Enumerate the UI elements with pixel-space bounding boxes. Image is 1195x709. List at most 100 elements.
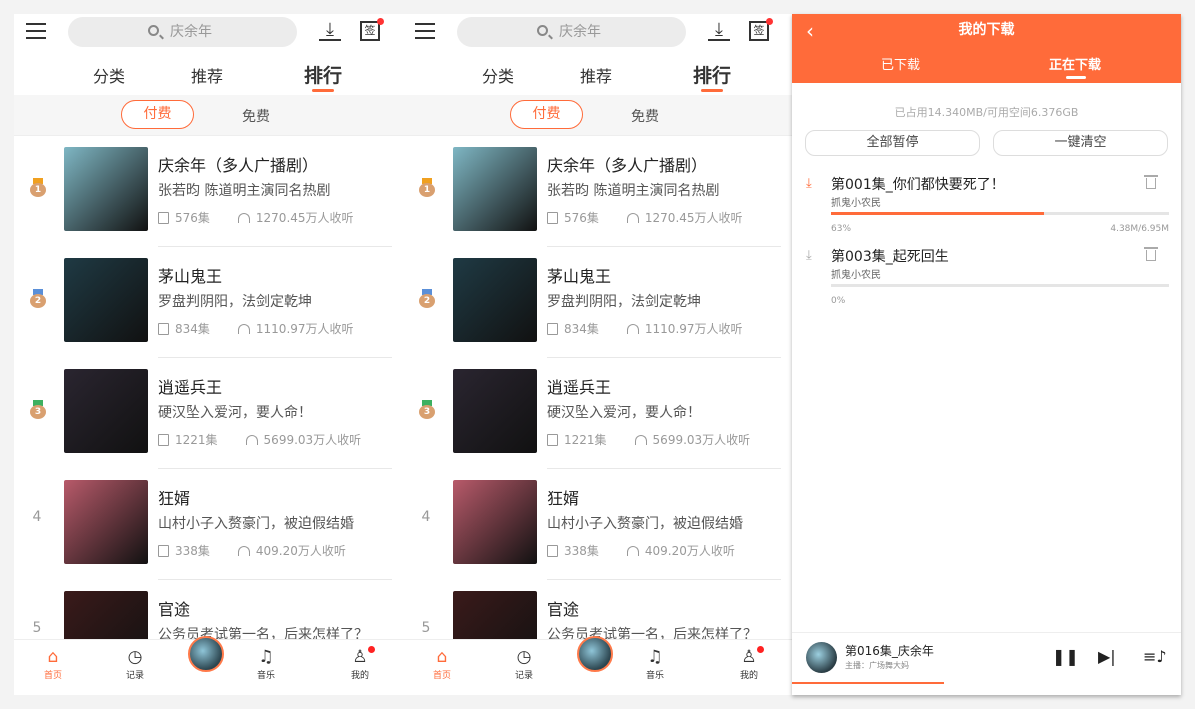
now-playing-disc[interactable] bbox=[188, 636, 224, 672]
episodes-icon bbox=[158, 434, 169, 446]
nav-item-3[interactable]: ♫ 音乐 bbox=[241, 646, 291, 681]
cover-image[interactable] bbox=[453, 369, 537, 453]
pause-all-button[interactable]: 全部暂停 bbox=[805, 130, 980, 156]
home-screen-left: 庆余年 ⤓ 签分类 推荐 排行 付费 免费 1 庆余年（多人广播剧） 张若昀 陈道明主演同名热剧 5… bbox=[14, 14, 404, 695]
trash-icon[interactable] bbox=[1144, 175, 1158, 189]
cover-image[interactable] bbox=[64, 258, 148, 342]
rank-number: 5 bbox=[32, 620, 42, 636]
cover-image[interactable] bbox=[64, 480, 148, 564]
nav-label: 记录 bbox=[514, 671, 533, 681]
tab-downloaded[interactable]: 已下载 bbox=[881, 54, 920, 73]
bottom-nav: ⌂ 首页 ◷ 记录 ♫ 音乐 ♙ 我的 bbox=[14, 636, 404, 695]
search-placeholder: 庆余年 bbox=[559, 24, 601, 40]
progress-bar bbox=[831, 284, 1169, 287]
episode-count: 338集 bbox=[564, 544, 599, 558]
download-icon: ⤓ bbox=[806, 176, 812, 191]
download-size: 4.38M/6.95M bbox=[1110, 224, 1169, 234]
filter-paid[interactable]: 付费 bbox=[121, 100, 194, 129]
download-icon[interactable]: ⤓ bbox=[319, 21, 341, 41]
tab-1[interactable]: 推荐 bbox=[191, 63, 223, 87]
nav-item-4[interactable]: ♙ 我的 bbox=[724, 646, 774, 681]
list-item[interactable]: 1 庆余年（多人广播剧） 张若昀 陈道明主演同名热剧 576集 1270.45万人收听 bbox=[403, 136, 793, 247]
tab-0[interactable]: 分类 bbox=[93, 63, 125, 87]
nav-item-0[interactable]: ⌂ 首页 bbox=[417, 646, 467, 681]
list-item[interactable]: 3 逍遥兵王 硬汉坠入爱河，要人命！ 1221集 5699.03万人收听 bbox=[14, 358, 404, 469]
menu-icon[interactable] bbox=[26, 23, 46, 39]
list-item[interactable]: 4 狂婿 山村小子入赘豪门，被迫假结婚 338集 409.20万人收听 bbox=[403, 469, 793, 580]
list-item[interactable]: 4 狂婿 山村小子入赘豪门，被迫假结婚 338集 409.20万人收听 bbox=[14, 469, 404, 580]
filter-free[interactable]: 免费 bbox=[631, 106, 659, 126]
search-icon bbox=[537, 25, 548, 36]
cover-image[interactable] bbox=[453, 258, 537, 342]
nav-item-1[interactable]: ◷ 记录 bbox=[110, 646, 160, 681]
pause-icon[interactable]: ❚❚ bbox=[1052, 647, 1079, 666]
item-title: 官途 bbox=[158, 600, 191, 619]
progress-percent: 0% bbox=[831, 296, 846, 306]
filter-free[interactable]: 免费 bbox=[242, 106, 270, 126]
listener-count: 1270.45万人收听 bbox=[255, 211, 354, 225]
item-meta: 834集 1110.97万人收听 bbox=[158, 320, 354, 337]
cover-image[interactable] bbox=[453, 147, 537, 231]
list-item[interactable]: 1 庆余年（多人广播剧） 张若昀 陈道明主演同名热剧 576集 1270.45万人收听 bbox=[14, 136, 404, 247]
search-input[interactable]: 庆余年 bbox=[68, 17, 297, 47]
item-subtitle: 山村小子入赘豪门，被迫假结婚 bbox=[547, 516, 743, 532]
list-item[interactable]: 3 逍遥兵王 硬汉坠入爱河，要人命！ 1221集 5699.03万人收听 bbox=[403, 358, 793, 469]
listener-count: 1270.45万人收听 bbox=[644, 211, 743, 225]
list-item[interactable]: 2 茅山鬼王 罗盘判阴阳，法剑定乾坤 834集 1110.97万人收听 bbox=[403, 247, 793, 358]
download-icon[interactable]: ⤓ bbox=[708, 21, 730, 41]
headphones-icon bbox=[626, 546, 639, 556]
filter-bar: 付费 免费 bbox=[14, 95, 404, 136]
episodes-icon bbox=[158, 545, 169, 557]
rank-number: 4 bbox=[421, 509, 431, 525]
medal-coin: 2 bbox=[419, 294, 435, 308]
clock-icon: ◷ bbox=[127, 647, 143, 667]
next-icon[interactable]: ▶| bbox=[1098, 647, 1116, 666]
nav-item-1[interactable]: ◷ 记录 bbox=[499, 646, 549, 681]
download-item[interactable]: ⤓ 第001集_你们都快要死了！ 抓鬼小农民 63% 4.38M/6.95M bbox=[792, 174, 1181, 244]
cover-image[interactable] bbox=[453, 480, 537, 564]
item-meta: 338集 409.20万人收听 bbox=[158, 542, 346, 559]
downloads-screen: ‹ 我的下载 已下载 正在下载 已占用14.340MB/可用空间6.376GB … bbox=[792, 14, 1181, 695]
nav-item-3[interactable]: ♫ 音乐 bbox=[630, 646, 680, 681]
download-item[interactable]: ⤓ 第003集_起死回生 抓鬼小农民 0% bbox=[792, 246, 1181, 316]
tab-1[interactable]: 推荐 bbox=[580, 63, 612, 87]
nav-item-4[interactable]: ♙ 我的 bbox=[335, 646, 385, 681]
cover-image[interactable] bbox=[64, 147, 148, 231]
home-icon: ⌂ bbox=[436, 647, 448, 667]
user-icon: ♙ bbox=[741, 647, 757, 667]
listener-count: 1110.97万人收听 bbox=[644, 322, 743, 336]
trash-icon[interactable] bbox=[1144, 247, 1158, 261]
episode-count: 576集 bbox=[175, 211, 210, 225]
download-author: 抓鬼小农民 bbox=[831, 270, 881, 281]
filter-paid[interactable]: 付费 bbox=[510, 100, 583, 129]
rank-number: 4 bbox=[32, 509, 42, 525]
tab-2[interactable]: 排行 bbox=[693, 61, 731, 92]
sign-in-icon[interactable]: 签 bbox=[749, 18, 773, 41]
cover-image[interactable] bbox=[64, 369, 148, 453]
sign-in-icon[interactable]: 签 bbox=[360, 18, 384, 41]
list-item[interactable]: 2 茅山鬼王 罗盘判阴阳，法剑定乾坤 834集 1110.97万人收听 bbox=[14, 247, 404, 358]
nav-label: 首页 bbox=[432, 671, 451, 681]
tab-downloading[interactable]: 正在下载 bbox=[1049, 54, 1101, 79]
item-subtitle: 山村小子入赘豪门，被迫假结婚 bbox=[158, 516, 354, 532]
episodes-icon bbox=[547, 212, 558, 224]
mini-player[interactable]: 第016集_庆余年 主播：广场舞大妈 ❚❚ ▶| ≡♪ bbox=[792, 632, 1181, 684]
player-cover[interactable] bbox=[806, 642, 837, 673]
item-meta: 576集 1270.45万人收听 bbox=[547, 209, 743, 226]
tab-2[interactable]: 排行 bbox=[304, 61, 342, 92]
nav-item-0[interactable]: ⌂ 首页 bbox=[28, 646, 78, 681]
playlist-icon[interactable]: ≡♪ bbox=[1143, 647, 1167, 666]
player-host: 主播：广场舞大妈 bbox=[845, 661, 909, 670]
episode-count: 576集 bbox=[564, 211, 599, 225]
headphones-icon bbox=[634, 435, 647, 445]
headphones-icon bbox=[237, 546, 250, 556]
tab-0[interactable]: 分类 bbox=[482, 63, 514, 87]
clear-all-button[interactable]: 一键清空 bbox=[993, 130, 1168, 156]
headphones-icon bbox=[626, 213, 639, 223]
medal-icon: 1 bbox=[419, 178, 435, 197]
search-input[interactable]: 庆余年 bbox=[457, 17, 686, 47]
menu-icon[interactable] bbox=[415, 23, 435, 39]
item-meta: 576集 1270.45万人收听 bbox=[158, 209, 354, 226]
now-playing-disc[interactable] bbox=[577, 636, 613, 672]
medal-icon: 3 bbox=[419, 400, 435, 419]
